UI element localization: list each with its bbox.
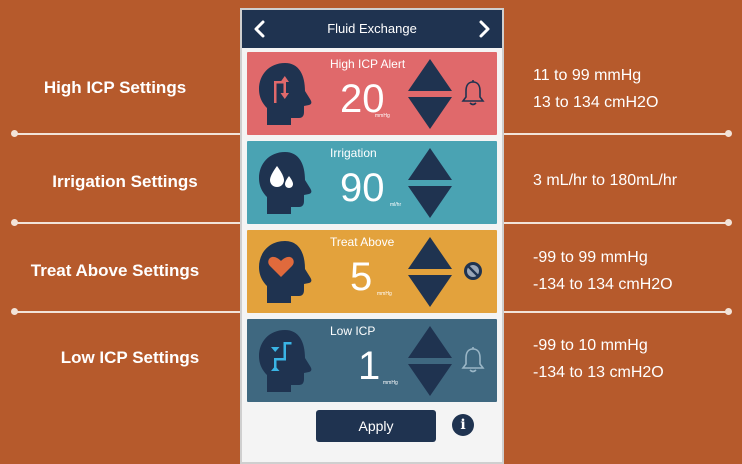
bell-icon[interactable] bbox=[461, 79, 485, 107]
card-low-icp: Low ICP 1 mmHg bbox=[247, 319, 497, 402]
irrigation-range: 3 mL/hr to 180mL/hr bbox=[533, 167, 677, 194]
treat-above-range-mmhg: -99 to 99 mmHg bbox=[533, 249, 648, 266]
divider-3-right bbox=[504, 311, 728, 313]
treat-above-range: -99 to 99 mmHg -134 to 134 cmH2O bbox=[533, 244, 673, 298]
unit-label: mmHg bbox=[383, 380, 398, 386]
page-title: Fluid Exchange bbox=[327, 21, 417, 36]
increase-arrow-icon[interactable] bbox=[408, 326, 452, 358]
unit-label: ml/hr bbox=[390, 202, 402, 208]
info-icon[interactable]: i bbox=[452, 414, 474, 436]
value-display: 1 bbox=[358, 344, 381, 388]
value-stepper bbox=[408, 237, 452, 307]
irrigation-settings-label: Irrigation Settings bbox=[52, 172, 198, 191]
unit-label: mmHg bbox=[377, 291, 392, 297]
decrease-arrow-icon[interactable] bbox=[408, 364, 452, 396]
card-title: Low ICP bbox=[330, 324, 376, 338]
card-high-icp-alert: High ICP Alert 20 mmHg bbox=[247, 52, 497, 135]
low-icp-settings-label: Low ICP Settings bbox=[60, 348, 200, 367]
apply-button[interactable]: Apply bbox=[316, 410, 436, 442]
decrease-arrow-icon[interactable] bbox=[408, 97, 452, 129]
card-treat-above: Treat Above 5 mmHg bbox=[247, 230, 497, 313]
forward-chevron-icon[interactable] bbox=[474, 19, 494, 39]
increase-arrow-icon[interactable] bbox=[408, 237, 452, 269]
increase-arrow-icon[interactable] bbox=[408, 148, 452, 180]
divider-2-left bbox=[14, 222, 240, 224]
divider-1-right bbox=[504, 133, 728, 135]
value-stepper bbox=[408, 326, 452, 396]
treat-above-settings-label: Treat Above Settings bbox=[30, 261, 200, 280]
head-pressure-up-icon bbox=[259, 63, 312, 125]
value-display: 5 bbox=[350, 255, 373, 299]
low-icp-range-cmh2o: -134 to 13 cmH2O bbox=[533, 364, 664, 381]
high-icp-range: 11 to 99 mmHg 13 to 134 cmH2O bbox=[533, 62, 658, 116]
divider-3-dot-right bbox=[725, 308, 732, 315]
divider-3-dot-left bbox=[11, 308, 18, 315]
value-display: 90 bbox=[340, 166, 385, 210]
card-title: Treat Above bbox=[330, 235, 395, 249]
card-irrigation: Irrigation 90 ml/hr bbox=[247, 141, 497, 224]
decrease-arrow-icon[interactable] bbox=[408, 186, 452, 218]
low-icp-range-mmhg: -99 to 10 mmHg bbox=[533, 337, 648, 354]
unit-label: mmHg bbox=[375, 113, 390, 119]
high-icp-range-cmh2o: 13 to 134 cmH2O bbox=[533, 94, 659, 111]
value-stepper bbox=[408, 59, 452, 129]
bell-icon[interactable] bbox=[461, 346, 485, 374]
decrease-arrow-icon[interactable] bbox=[408, 275, 452, 307]
increase-arrow-icon[interactable] bbox=[408, 59, 452, 91]
device-screen: Fluid Exchange High ICP Alert 20 mmHg Ir… bbox=[240, 8, 504, 464]
high-icp-range-mmhg: 11 to 99 mmHg bbox=[533, 67, 642, 84]
divider-1-dot-right bbox=[725, 130, 732, 137]
irrigation-range-text: 3 mL/hr to 180mL/hr bbox=[533, 172, 678, 189]
divider-2-right bbox=[504, 222, 728, 224]
divider-3-left bbox=[14, 311, 240, 313]
no-symbol-icon[interactable] bbox=[461, 257, 485, 285]
head-droplets-icon bbox=[259, 152, 312, 214]
high-icp-settings-label: High ICP Settings bbox=[43, 78, 187, 97]
app-header: Fluid Exchange bbox=[242, 10, 502, 48]
treat-above-range-cmh2o: -134 to 134 cmH2O bbox=[533, 276, 673, 293]
head-heart-icon bbox=[259, 241, 312, 303]
divider-1-dot-left bbox=[11, 130, 18, 137]
divider-2-dot-right bbox=[725, 219, 732, 226]
low-icp-range: -99 to 10 mmHg -134 to 13 cmH2O bbox=[533, 332, 664, 386]
head-pressure-down-icon bbox=[259, 330, 312, 392]
divider-2-dot-left bbox=[11, 219, 18, 226]
divider-1-left bbox=[14, 133, 240, 135]
card-title: High ICP Alert bbox=[330, 57, 406, 71]
value-stepper bbox=[408, 148, 452, 218]
card-title: Irrigation bbox=[330, 146, 377, 160]
